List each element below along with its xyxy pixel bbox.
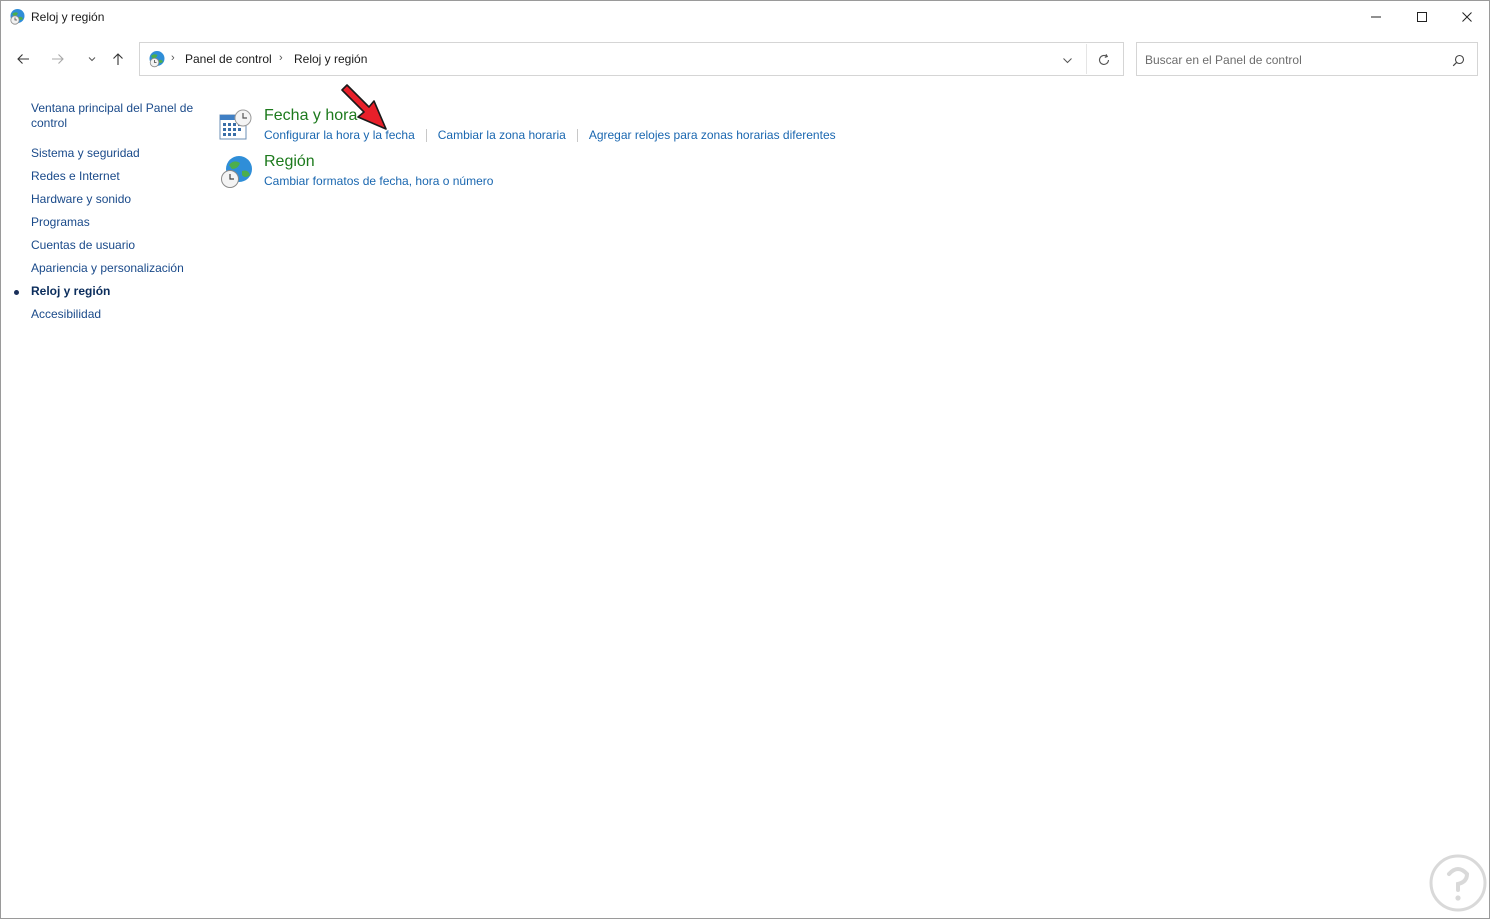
search-button[interactable]	[1449, 51, 1467, 69]
refresh-icon	[1098, 53, 1110, 65]
arrow-right-icon	[52, 54, 64, 64]
arrow-left-icon	[17, 54, 29, 64]
link-change-time-zone[interactable]: Cambiar la zona horaria	[438, 128, 566, 142]
search-input[interactable]	[1145, 51, 1445, 69]
search-box[interactable]	[1136, 42, 1478, 76]
breadcrumb-separator[interactable]: ›	[171, 52, 175, 64]
refresh-button[interactable]	[1094, 50, 1114, 70]
current-item-bullet	[14, 290, 19, 295]
link-add-clocks[interactable]: Agregar relojes para zonas horarias dife…	[589, 128, 836, 142]
sidebar-item-system-security[interactable]: Sistema y seguridad	[31, 146, 201, 161]
sidebar-item-accessibility[interactable]: Accesibilidad	[31, 307, 201, 322]
breadcrumb-panel-de-control[interactable]: Panel de control	[185, 52, 272, 66]
globe-clock-icon	[149, 51, 165, 68]
globe-clock-icon	[10, 9, 25, 25]
sidebar-item-appearance[interactable]: Apariencia y personalización	[31, 261, 201, 276]
link-separator	[425, 128, 427, 142]
title-bar: Reloj y región	[1, 1, 1489, 33]
category-links-region: Cambiar formatos de fecha, hora o número	[264, 174, 493, 188]
address-bar[interactable]: › Panel de control › Reloj y región	[139, 42, 1124, 76]
chevron-down-icon	[88, 57, 96, 62]
navigation-bar: › Panel de control › Reloj y región	[1, 37, 1489, 81]
sidebar-item-programs[interactable]: Programas	[31, 215, 201, 230]
breadcrumb-separator[interactable]: ›	[279, 52, 283, 64]
maximize-button[interactable]	[1399, 1, 1445, 33]
back-button[interactable]	[11, 47, 35, 71]
sidebar-item-network-internet[interactable]: Redes e Internet	[31, 169, 201, 184]
category-region: Región Cambiar formatos de fecha, hora o…	[217, 147, 1117, 193]
maximize-icon	[1417, 12, 1427, 22]
control-panel-window: Reloj y región › Panel de control › Relo…	[0, 0, 1490, 919]
calendar-clock-icon	[219, 109, 252, 140]
search-icon	[1452, 54, 1464, 66]
close-icon	[1462, 12, 1472, 22]
link-separator	[576, 128, 578, 142]
sidebar-item-clock-region[interactable]: Reloj y región	[31, 284, 201, 299]
recent-locations-button[interactable]	[80, 47, 104, 71]
forward-button[interactable]	[46, 47, 70, 71]
watermark-logo	[1429, 854, 1487, 912]
breadcrumb-reloj-y-region[interactable]: Reloj y región	[294, 52, 367, 66]
window-title: Reloj y región	[31, 10, 105, 24]
chevron-down-icon	[1062, 57, 1072, 63]
globe-clock-icon	[221, 156, 252, 188]
arrow-up-icon	[113, 53, 123, 65]
close-button[interactable]	[1444, 1, 1490, 33]
sidebar-item-hardware-sound[interactable]: Hardware y sonido	[31, 192, 201, 207]
category-title-region[interactable]: Región	[264, 153, 315, 171]
minimize-button[interactable]	[1353, 1, 1399, 33]
red-arrow-annotation	[341, 84, 387, 130]
sidebar-item-user-accounts[interactable]: Cuentas de usuario	[31, 238, 201, 253]
minimize-icon	[1371, 16, 1381, 18]
link-change-formats[interactable]: Cambiar formatos de fecha, hora o número	[264, 174, 493, 188]
address-divider	[1086, 44, 1087, 74]
address-dropdown-button[interactable]	[1057, 51, 1077, 69]
up-button[interactable]	[106, 47, 130, 71]
sidebar-item-control-panel-home[interactable]: Ventana principal del Panel de control	[31, 101, 201, 131]
